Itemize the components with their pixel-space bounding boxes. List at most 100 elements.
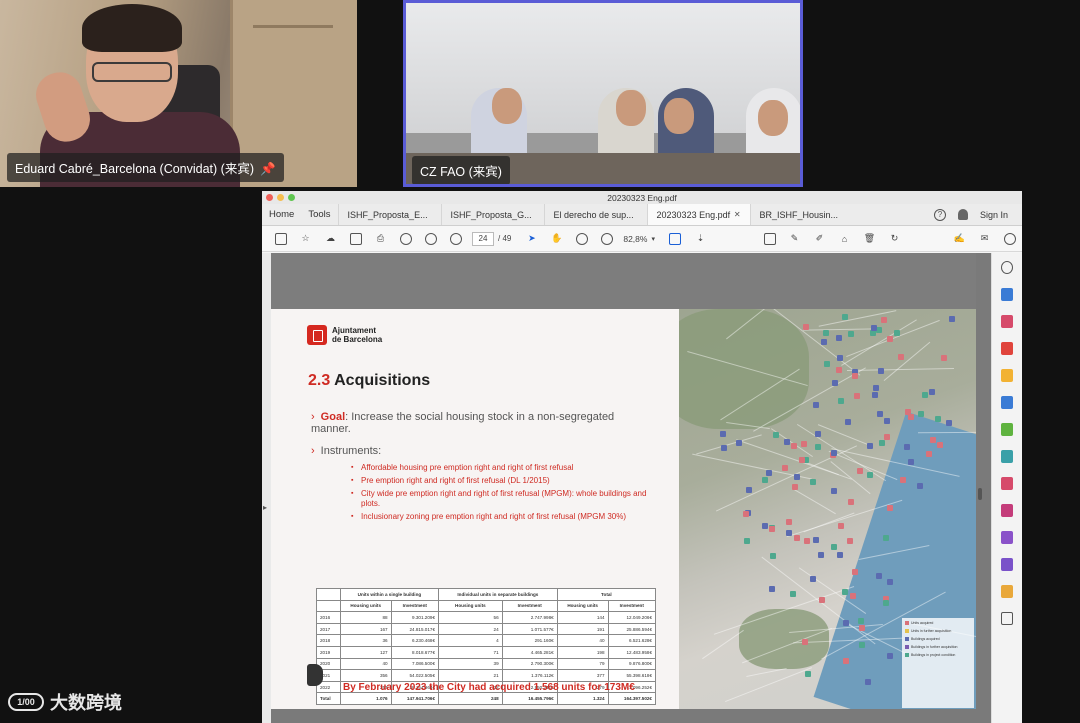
draw-button[interactable]: ✐ [807,233,832,245]
list-item: Pre emption right and right of first ref… [351,476,651,486]
map-location-pin [818,551,825,558]
chevron-down-icon[interactable]: ▾ [651,235,655,243]
scrollbar-thumb[interactable] [978,488,982,500]
zoom-in-button[interactable] [594,232,619,245]
export-pdf-icon[interactable] [1001,342,1013,355]
request-signature-icon[interactable] [1001,531,1013,544]
help-icon[interactable]: ? [933,208,946,221]
file-search-button[interactable] [343,232,368,245]
zoom-out-button[interactable] [569,232,594,245]
create-pdf-icon[interactable] [1001,288,1013,301]
delete-button[interactable]: 🗑 [857,233,882,245]
map-location-pin [823,330,830,337]
comment-tool-icon[interactable] [1001,369,1013,382]
list-item: Inclusionary zoning pre emption right an… [351,512,651,522]
zoom-search-button[interactable] [393,232,418,245]
nav-tools[interactable]: Tools [301,204,337,225]
map-location-pin [883,417,890,424]
select-tool-button[interactable]: ➤ [519,233,544,244]
table-group-header: Individual units in separate buildings [438,588,558,601]
map-location-pin [812,402,819,409]
table-cell: 54.022.505€ [390,669,440,682]
print-icon: ⎙ [376,233,385,243]
section-title: Acquisitions [334,372,431,389]
map-location-pin [904,444,911,451]
map-location-pin [858,641,865,648]
legend-swatch [905,653,909,657]
participant-name-tag: CZ FAO (来宾) [412,156,510,184]
list-item: City wide pre emption right and right of… [351,489,651,509]
goal-description: : Increase the social housing stock in a… [311,411,615,435]
map-street [792,489,837,515]
scroll-mode-button[interactable]: ⇣ [688,233,713,244]
translate-icon[interactable] [1001,396,1013,409]
map-location-pin [887,653,894,660]
table-row-label: 2018 [316,634,341,647]
table-cell: 79 [556,657,609,671]
pin-icon[interactable]: 📌 [260,162,276,176]
nav-home[interactable]: Home [262,204,301,225]
zoom-tool-icon[interactable] [1001,261,1013,274]
combine-files-icon[interactable] [1001,423,1013,436]
fit-page-icon [669,232,682,245]
map-location-pin [877,410,884,417]
video-tile-eduard[interactable]: Eduard Cabré_Barcelona (Convidat) (来宾) 📌 [0,0,357,187]
bookmark-button[interactable]: ☆ [293,233,318,244]
map-street [846,320,940,358]
map-location-pin [897,353,904,360]
video-tile-cz-fao[interactable]: CZ FAO (来宾) [403,0,803,187]
fill-sign-button[interactable]: ✍ [947,233,972,245]
upload-button[interactable]: ☁ [318,233,343,244]
tab-document[interactable]: ISHF_Proposta_E... [337,204,441,225]
fill-sign-icon[interactable] [1001,504,1013,517]
map-location-pin [937,442,944,449]
notification-bell-icon[interactable] [957,209,968,220]
document-viewer[interactable]: ▸ Ajuntament de Barcelona 2.3 Acquisitio… [262,253,1022,723]
table-row: 2019 127 8.018.677€ 71 4.465.281€ 198 12.483.9… [316,645,657,659]
tab-document[interactable]: ISHF_Proposta_G... [440,204,544,225]
zoom-level-select[interactable]: 82,8% [623,234,647,244]
stamp-button[interactable]: ⌂ [832,233,857,245]
tab-document[interactable]: BR_ISHF_Housin... [749,204,853,225]
email-button[interactable]: ✉ [972,233,997,245]
more-tools-icon[interactable] [1001,612,1013,625]
sign-in-button[interactable]: Sign In [980,210,1008,220]
comment-button[interactable] [757,232,782,245]
protect-icon[interactable] [1001,558,1013,571]
map-location-pin [761,477,768,484]
tab-document-active[interactable]: 20230323 Eng.pdf ✕ [646,204,750,225]
map-location-pin [867,471,874,478]
organize-pages-icon[interactable] [1001,315,1013,328]
compress-icon[interactable] [1001,450,1013,463]
highlight-button[interactable]: ✎ [782,233,807,245]
share-button[interactable] [997,232,1022,245]
rotate-button[interactable]: ↻ [882,233,907,245]
table-cell: 6.230.468€ [390,634,440,647]
map-location-pin [846,537,853,544]
cursor-icon: ➤ [528,233,536,243]
table-group-header-row: Units within a single building Individua… [316,588,657,601]
hand-tool-button[interactable]: ✋ [544,233,569,244]
table-cell: 1.376.112€ [501,669,558,682]
table-row-label: 2019 [316,645,341,659]
scan-icon[interactable] [1001,585,1013,598]
table-cell: 6.521.628€ [607,634,657,647]
page-number-input[interactable]: 24 [472,231,494,246]
tab-document[interactable]: El derecho de sup... [543,204,647,225]
map-location-pin [837,398,844,405]
save-button[interactable] [268,232,293,245]
map-location-pin [928,389,935,395]
instruments-label: Instruments: [320,445,382,457]
map-location-pin [878,367,885,374]
prev-page-button[interactable] [418,232,443,245]
map-location-pin [864,678,871,685]
table-cell: 4.465.281€ [501,645,558,659]
close-tab-icon[interactable]: ✕ [734,210,741,219]
table-cell: 9.876.800€ [607,657,657,671]
print-button[interactable]: ⎙ [368,233,393,244]
fit-page-button[interactable] [663,232,688,245]
next-page-button[interactable] [443,232,468,245]
person-2-head [616,90,646,126]
left-panel-toggle[interactable]: ▸ [262,253,271,723]
edit-pdf-icon[interactable] [1001,477,1013,490]
